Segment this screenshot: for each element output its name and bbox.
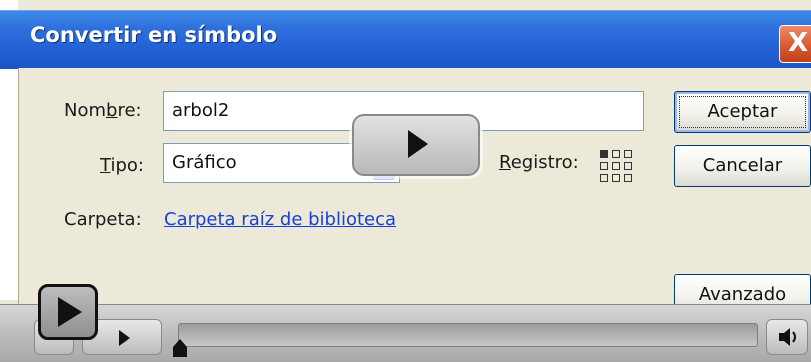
progress-track[interactable] (178, 323, 758, 347)
progress-handle[interactable] (172, 339, 188, 359)
advanced-button-label: Avanzado (698, 284, 787, 305)
large-play-button[interactable] (38, 284, 98, 340)
title-bar: Convertir en símbolo X (0, 10, 811, 69)
cancel-button-label: Cancelar (702, 155, 783, 176)
video-player-bar (0, 304, 811, 362)
volume-icon (779, 328, 796, 346)
close-button[interactable]: X (779, 25, 811, 63)
type-label: Tipo: (100, 155, 144, 176)
ok-button[interactable]: Aceptar (674, 91, 811, 133)
cancel-button[interactable]: Cancelar (674, 145, 811, 187)
folder-link[interactable]: Carpeta raíz de biblioteca (164, 209, 396, 230)
window-title: Convertir en símbolo (30, 23, 278, 47)
play-icon (408, 130, 428, 158)
volume-button[interactable] (766, 319, 808, 355)
close-icon: X (788, 28, 809, 58)
video-play-overlay-button[interactable] (352, 114, 480, 176)
registration-label: Registro: (499, 152, 579, 173)
name-label: Nombre: (64, 100, 142, 121)
play-icon (58, 297, 82, 327)
focus-ring (679, 96, 806, 128)
registration-grid-icon[interactable] (600, 150, 636, 190)
folder-label: Carpeta: (64, 209, 142, 230)
